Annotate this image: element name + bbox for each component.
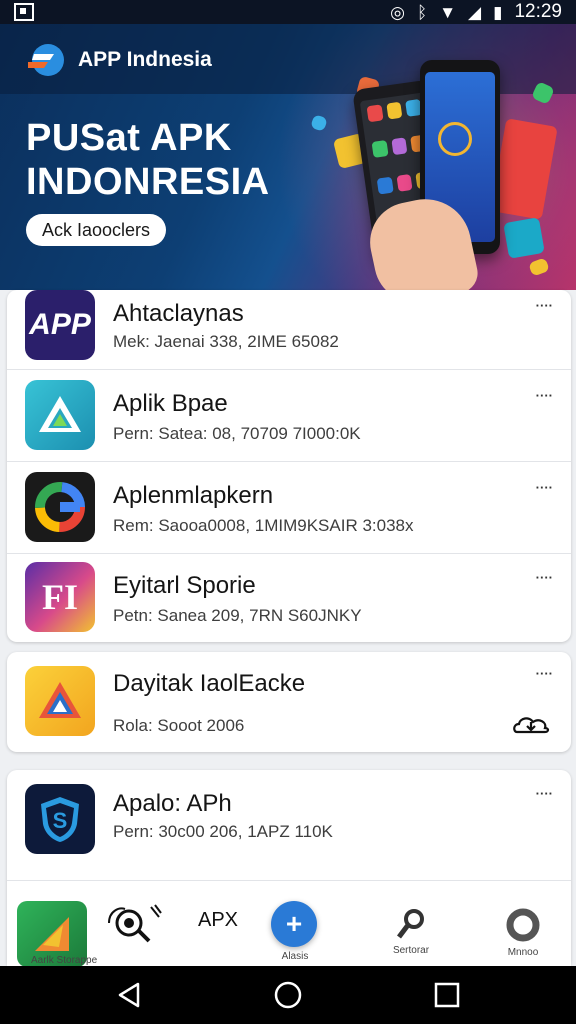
- nav-label-alasis: Alasis: [281, 951, 309, 962]
- app-list-card: Dayitak IaolEacke Rola: Sooot 2006 ····: [7, 652, 571, 752]
- ring-icon: [506, 908, 540, 942]
- app-title: Aplenmlapkern: [113, 482, 274, 509]
- fi-letters-icon: FI: [25, 562, 95, 632]
- banner-title-line1: PUSat APK: [26, 117, 232, 159]
- app-title: Dayitak IaolEacke: [113, 670, 306, 697]
- nav-label-apx: APX: [197, 909, 239, 931]
- bottom-nav: APX + Alasis Sertorar Mnnoo Aarlk Storap…: [7, 880, 571, 967]
- floating-card-icon: [503, 217, 545, 259]
- more-options-icon[interactable]: ····: [536, 388, 553, 403]
- wifi-icon: ▼: [439, 2, 457, 22]
- recents-square-icon[interactable]: [432, 980, 462, 1010]
- app-meta: Pern: 30c00 206, 1APZ 110K: [113, 822, 333, 841]
- list-item[interactable]: FI Eyitarl Sporie Petn: Sanea 209, 7RN S…: [7, 554, 571, 642]
- app-meta: Rola: Sooot 2006: [113, 716, 245, 735]
- banner-cta-button[interactable]: Ack Iaooclers: [26, 214, 167, 246]
- system-nav-bar: [0, 966, 576, 1024]
- list-item[interactable]: Dayitak IaolEacke Rola: Sooot 2006 ····: [7, 652, 571, 752]
- app-meta: Petn: Sanea 209, 7RN S60JNKY: [113, 606, 362, 625]
- shield-s-icon: S: [25, 784, 95, 854]
- app-title: Eyitarl Sporie: [113, 572, 256, 599]
- nav-label-mnnoo: Mnnoo: [507, 947, 539, 958]
- brand-logo-icon: [24, 40, 68, 80]
- list-item[interactable]: Aplenmlapkern Rem: Saooa0008, 1MIM9KSAIR…: [7, 462, 571, 554]
- app-list-card: APP Ahtaclaynas Mek: Jaenai 338, 2IME 65…: [7, 290, 571, 642]
- list-item[interactable]: Aplik Bpae Pern: Satea: 08, 70709 7I000:…: [7, 370, 571, 462]
- search-key-icon: [397, 909, 424, 939]
- app-meta: Pern: Satea: 08, 70709 7I000:0K: [113, 424, 361, 443]
- triangle-play-icon: [25, 380, 95, 450]
- floating-card-icon: [310, 114, 328, 132]
- floating-card-icon: [490, 118, 558, 220]
- banner-title: PUSat APK INDONRESIA: [26, 116, 270, 204]
- nav-item-search[interactable]: Sertorar: [381, 881, 441, 967]
- triangle-a-icon: [25, 666, 95, 736]
- home-circle-icon[interactable]: [273, 980, 303, 1010]
- nav-label-storage: Aarlk Storappe: [31, 955, 98, 966]
- app-meta: Mek: Jaenai 338, 2IME 65082: [113, 332, 339, 351]
- google-g-icon: [25, 472, 95, 542]
- brand-name: APP Indnesia: [78, 48, 212, 71]
- nav-item-fab-label: Alasis: [269, 881, 321, 967]
- list-item[interactable]: S Apalo: APh Pern: 30c00 206, 1APZ 110K …: [7, 770, 571, 878]
- bluetooth-icon: ᛒ: [416, 2, 428, 22]
- status-time: 12:29: [514, 1, 562, 22]
- status-bar: ◎ ᛒ ▼ ◢ ▮ 12:29: [0, 0, 576, 24]
- download-cloud-icon[interactable]: [511, 714, 551, 736]
- magnifier-icon: [103, 903, 165, 948]
- app-title: Apalo: APh: [113, 790, 232, 817]
- signal-icon: ◢: [468, 2, 482, 22]
- nav-item-apx[interactable]: APX: [193, 881, 243, 967]
- more-options-icon[interactable]: ····: [536, 570, 553, 585]
- app-meta: Rem: Saooa0008, 1MIM9KSAIR 3:038x: [113, 516, 414, 535]
- nav-label-sertorar: Sertorar: [392, 945, 430, 956]
- banner-title-line2: INDONRESIA: [26, 161, 270, 203]
- nav-item-menu[interactable]: Mnnoo: [495, 881, 551, 967]
- app-text-icon: APP: [25, 290, 95, 360]
- app-title: Aplik Bpae: [113, 390, 228, 417]
- promo-banner[interactable]: APP Indnesia PUSat APK INDONRESIA Ack Ia…: [0, 24, 576, 290]
- app-title: Ahtaclaynas: [113, 300, 244, 327]
- alarm-icon: ◎: [390, 2, 405, 22]
- list-item[interactable]: APP Ahtaclaynas Mek: Jaenai 338, 2IME 65…: [7, 290, 571, 370]
- more-options-icon[interactable]: ····: [536, 786, 553, 801]
- battery-icon: ▮: [493, 2, 503, 22]
- app-square-icon: [14, 3, 34, 21]
- more-options-icon[interactable]: ····: [536, 480, 553, 495]
- brand[interactable]: APP Indnesia: [24, 40, 212, 80]
- svg-text:S: S: [53, 808, 68, 833]
- floating-card-icon: [528, 257, 550, 277]
- back-triangle-icon[interactable]: [114, 980, 144, 1010]
- more-options-icon[interactable]: ····: [536, 666, 553, 681]
- more-options-icon[interactable]: ····: [536, 298, 553, 313]
